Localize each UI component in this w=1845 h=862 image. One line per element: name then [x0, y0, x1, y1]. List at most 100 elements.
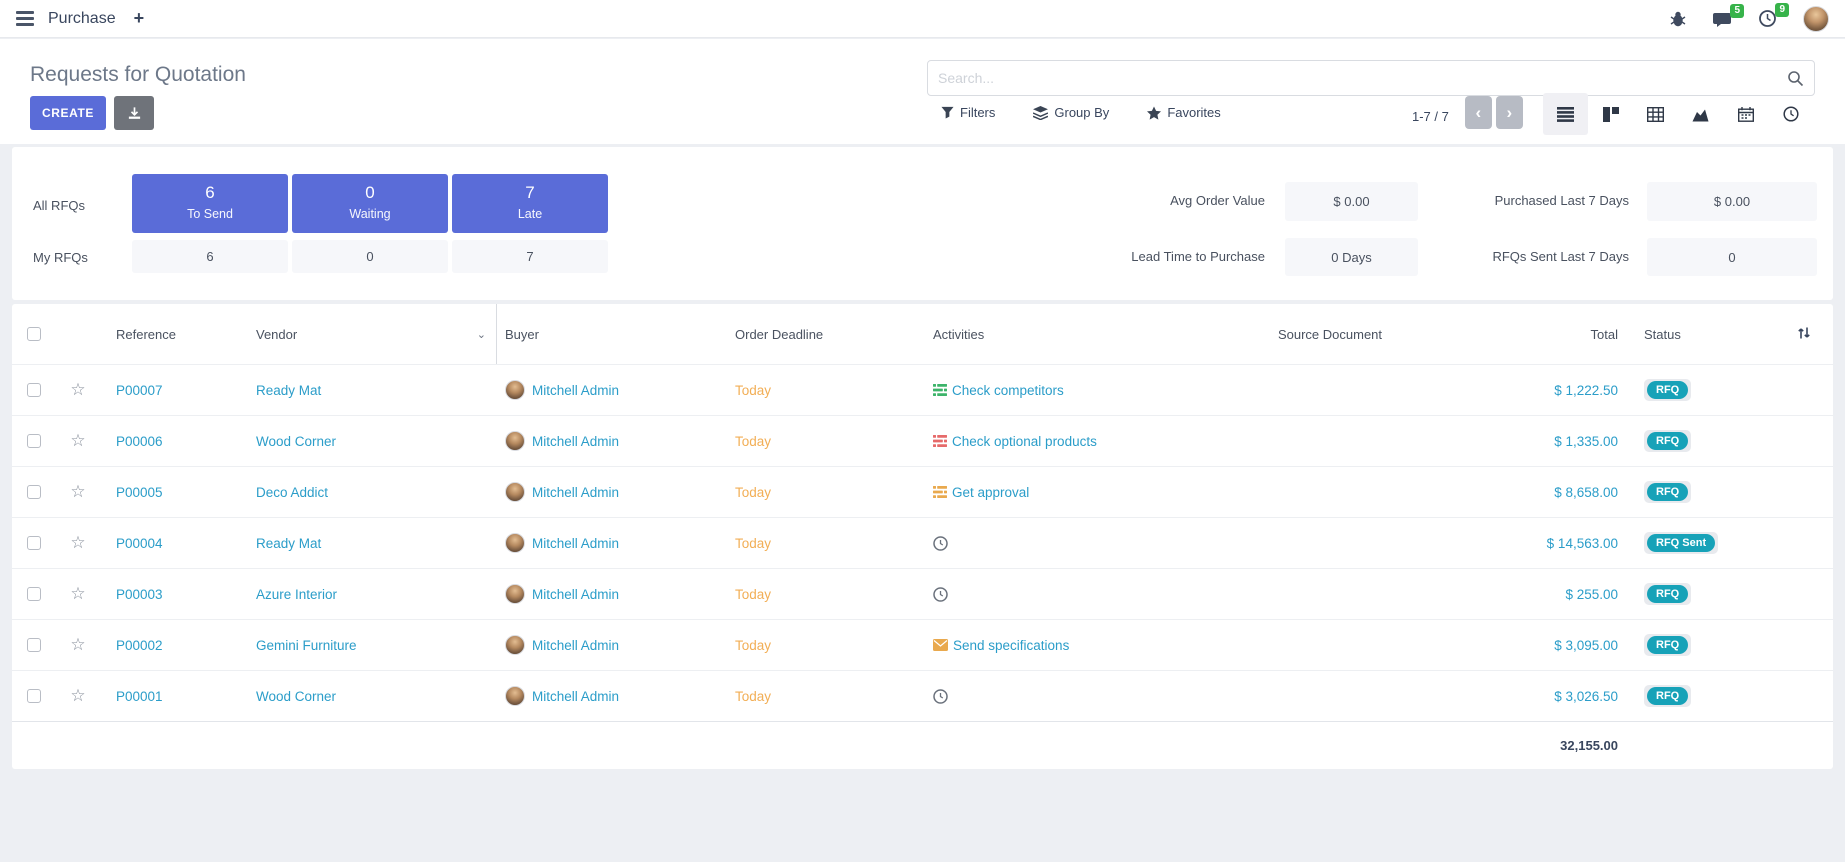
activity-clock-icon[interactable] — [933, 536, 948, 551]
activities-icon[interactable]: 9 — [1758, 9, 1777, 28]
order-deadline-value: Today — [725, 638, 905, 653]
my-stat-to-send[interactable]: 6 — [132, 240, 288, 273]
activity-list-icon[interactable] — [933, 486, 947, 498]
favorite-star-icon[interactable]: ☆ — [70, 431, 85, 451]
vendor-link[interactable]: Wood Corner — [256, 689, 336, 704]
buyer-link[interactable]: Mitchell Admin — [532, 434, 619, 449]
vendor-link[interactable]: Deco Addict — [256, 485, 328, 500]
graph-view-button[interactable] — [1678, 93, 1723, 135]
reference-link[interactable]: P00005 — [116, 485, 163, 500]
pager-previous-button[interactable]: ‹ — [1465, 96, 1492, 129]
reference-link[interactable]: P00003 — [116, 587, 163, 602]
buyer-avatar — [505, 584, 525, 604]
table-row[interactable]: ☆ P00006 Wood Corner Mitchell Admin Toda… — [12, 415, 1833, 466]
kpi-rfqs-sent-7days: 0 — [1647, 238, 1817, 276]
buyer-link[interactable]: Mitchell Admin — [532, 536, 619, 551]
table-row[interactable]: ☆ P00005 Deco Addict Mitchell Admin Toda… — [12, 466, 1833, 517]
buyer-link[interactable]: Mitchell Admin — [532, 587, 619, 602]
row-checkbox[interactable] — [27, 485, 41, 499]
export-button[interactable] — [114, 96, 154, 130]
calendar-view-button[interactable] — [1723, 93, 1768, 135]
favorite-star-icon[interactable]: ☆ — [70, 482, 85, 502]
reference-link[interactable]: P00004 — [116, 536, 163, 551]
row-checkbox[interactable] — [27, 689, 41, 703]
header-vendor[interactable]: Vendor ⌄ — [240, 304, 497, 364]
messages-icon[interactable]: 5 — [1712, 10, 1732, 28]
activity-envelope-icon[interactable] — [933, 639, 948, 651]
favorite-star-icon[interactable]: ☆ — [70, 533, 85, 553]
activity-clock-icon[interactable] — [933, 689, 948, 704]
buyer-link[interactable]: Mitchell Admin — [532, 485, 619, 500]
row-checkbox[interactable] — [27, 383, 41, 397]
row-checkbox[interactable] — [27, 638, 41, 652]
total-amount: $ 14,563.00 — [1430, 536, 1630, 551]
reference-link[interactable]: P00001 — [116, 689, 163, 704]
buyer-link[interactable]: Mitchell Admin — [532, 383, 619, 398]
pager-next-button[interactable]: › — [1496, 96, 1523, 129]
table-row[interactable]: ☆ P00002 Gemini Furniture Mitchell Admin… — [12, 619, 1833, 670]
stat-card-waiting[interactable]: 0 Waiting — [292, 174, 448, 233]
header-order-deadline[interactable]: Order Deadline — [725, 327, 905, 342]
apps-menu-icon[interactable] — [16, 11, 34, 26]
vendor-link[interactable]: Wood Corner — [256, 434, 336, 449]
header-activities[interactable]: Activities — [905, 327, 1230, 342]
header-reference[interactable]: Reference — [100, 327, 240, 342]
filters-button[interactable]: Filters — [941, 105, 995, 120]
search-input[interactable] — [928, 70, 1787, 86]
activity-clock-icon[interactable] — [933, 587, 948, 602]
reference-link[interactable]: P00006 — [116, 434, 163, 449]
table-row[interactable]: ☆ P00004 Ready Mat Mitchell Admin Today … — [12, 517, 1833, 568]
sort-chevron-icon: ⌄ — [477, 328, 486, 341]
reference-link[interactable]: P00002 — [116, 638, 163, 653]
status-badge: RFQ — [1647, 636, 1688, 654]
header-buyer[interactable]: Buyer — [497, 327, 725, 342]
activity-label[interactable]: Check competitors — [952, 383, 1064, 398]
new-tab-button[interactable]: + — [134, 8, 145, 29]
user-avatar[interactable] — [1803, 6, 1829, 32]
activity-list-icon[interactable] — [933, 435, 947, 447]
my-stat-waiting[interactable]: 0 — [292, 240, 448, 273]
table-row[interactable]: ☆ P00003 Azure Interior Mitchell Admin T… — [12, 568, 1833, 619]
buyer-link[interactable]: Mitchell Admin — [532, 689, 619, 704]
vendor-link[interactable]: Gemini Furniture — [256, 638, 357, 653]
buyer-avatar — [505, 380, 525, 400]
activity-label[interactable]: Get approval — [952, 485, 1029, 500]
vendor-link[interactable]: Ready Mat — [256, 536, 321, 551]
table-row[interactable]: ☆ P00007 Ready Mat Mitchell Admin Today … — [12, 364, 1833, 415]
optional-columns-icon[interactable] — [1797, 326, 1811, 343]
header-source-document[interactable]: Source Document — [1230, 327, 1430, 342]
list-view-button[interactable] — [1543, 93, 1588, 135]
group-by-button[interactable]: Group By — [1033, 105, 1109, 120]
header-status[interactable]: Status — [1630, 327, 1775, 342]
app-name[interactable]: Purchase — [48, 10, 116, 28]
reference-link[interactable]: P00007 — [116, 383, 163, 398]
order-deadline-value: Today — [725, 587, 905, 602]
my-stat-late[interactable]: 7 — [452, 240, 608, 273]
pivot-view-button[interactable] — [1633, 93, 1678, 135]
favorites-button[interactable]: Favorites — [1147, 105, 1220, 120]
favorite-star-icon[interactable]: ☆ — [70, 584, 85, 604]
activity-view-button[interactable] — [1768, 93, 1813, 135]
stat-card-to-send[interactable]: 6 To Send — [132, 174, 288, 233]
vendor-link[interactable]: Ready Mat — [256, 383, 321, 398]
buyer-link[interactable]: Mitchell Admin — [532, 638, 619, 653]
activity-list-icon[interactable] — [933, 384, 947, 396]
stat-card-late[interactable]: 7 Late — [452, 174, 608, 233]
debug-bug-icon[interactable] — [1670, 11, 1686, 27]
header-total[interactable]: Total — [1430, 327, 1630, 342]
favorite-star-icon[interactable]: ☆ — [70, 380, 85, 400]
search-icon[interactable] — [1787, 70, 1814, 87]
row-checkbox[interactable] — [27, 536, 41, 550]
create-button[interactable]: CREATE — [30, 96, 106, 130]
kanban-view-button[interactable] — [1588, 93, 1633, 135]
favorite-star-icon[interactable]: ☆ — [70, 635, 85, 655]
activity-label[interactable]: Check optional products — [952, 434, 1097, 449]
activity-label[interactable]: Send specifications — [953, 638, 1069, 653]
favorite-star-icon[interactable]: ☆ — [70, 686, 85, 706]
row-checkbox[interactable] — [27, 587, 41, 601]
vendor-link[interactable]: Azure Interior — [256, 587, 337, 602]
kpi-lead-time: 0 Days — [1285, 238, 1418, 276]
row-checkbox[interactable] — [27, 434, 41, 448]
table-row[interactable]: ☆ P00001 Wood Corner Mitchell Admin Toda… — [12, 670, 1833, 721]
select-all-checkbox[interactable] — [27, 327, 41, 341]
